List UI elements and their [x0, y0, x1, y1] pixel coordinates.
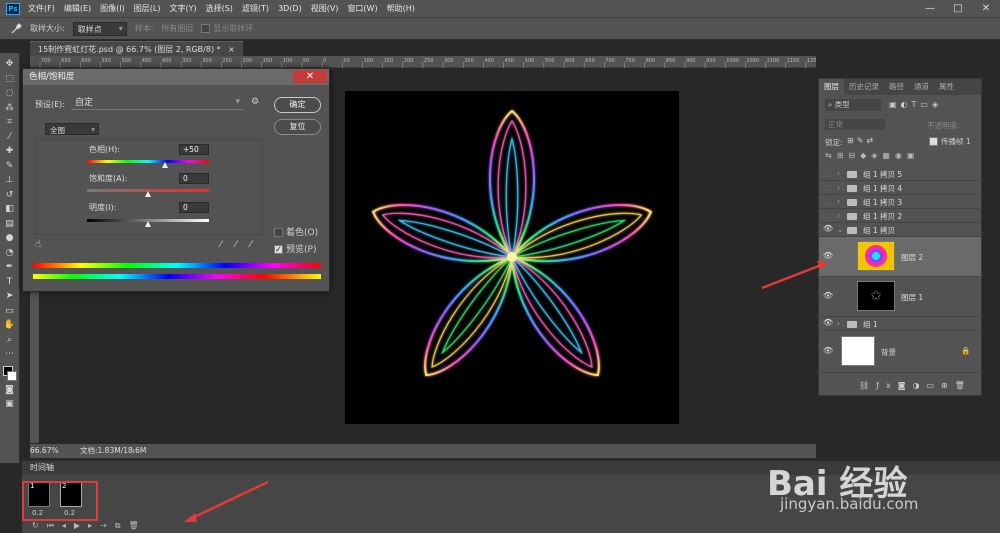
arrowhead — [184, 513, 197, 522]
arrow-to-layer — [761, 262, 825, 290]
watermark-url: jingyan.baidu.com — [780, 495, 919, 513]
arrow-to-duplicate-frame — [189, 480, 269, 521]
annotation-arrows — [184, 261, 828, 522]
